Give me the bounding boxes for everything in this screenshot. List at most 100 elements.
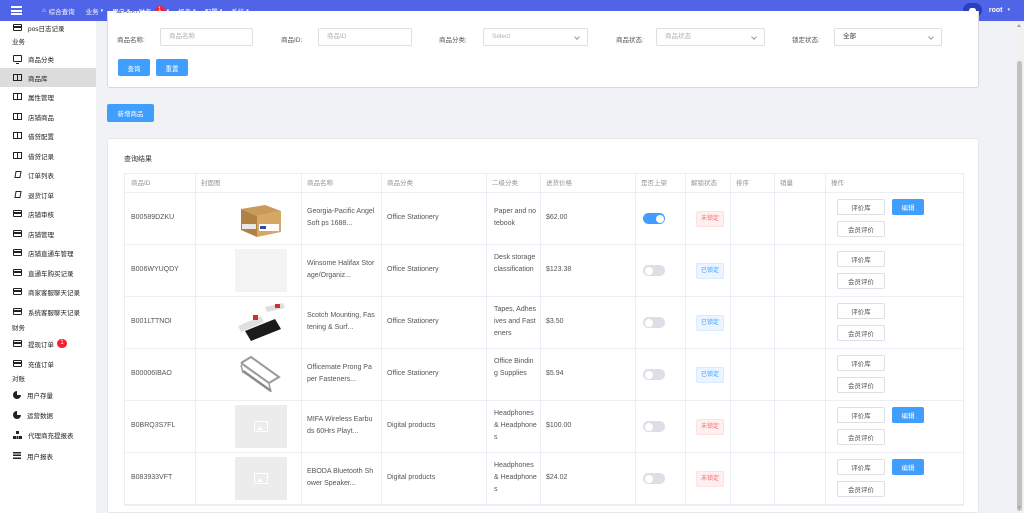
sidebar-item[interactable]: 运营数据 <box>0 405 96 424</box>
sidebar-item-label: 店铺审核 <box>28 211 54 219</box>
column-header: 是否上架 <box>635 174 685 193</box>
pie-icon <box>13 410 21 419</box>
sidebar-item[interactable]: 商品库 <box>0 68 96 87</box>
listed-toggle[interactable] <box>643 369 665 380</box>
sidebar-item[interactable]: 借贷记录 <box>0 146 96 165</box>
review-library-button[interactable]: 评价库 <box>837 199 885 215</box>
product-id: B0BRQ3S7FL <box>131 422 176 429</box>
product-name[interactable]: EBODA Bluetooth Shower Speaker... <box>307 466 375 492</box>
user-name[interactable]: root <box>989 7 1003 14</box>
member-review-button[interactable]: 会员评价 <box>837 481 885 497</box>
filter-panel: 查询条件 商品名称: 商品名称 商品ID: 商品ID 商品分类: Select … <box>107 11 979 88</box>
member-review-button[interactable]: 会员评价 <box>837 429 885 445</box>
sidebar-item[interactable]: 商品分类 <box>0 49 96 68</box>
sidebar-item[interactable]: 店铺商品 <box>0 107 96 126</box>
lock-status-select[interactable]: 全部 <box>834 28 942 46</box>
member-review-button[interactable]: 会员评价 <box>837 273 885 289</box>
sidebar-item[interactable]: 订单列表 <box>0 165 96 184</box>
sidebar: pos日志记录 商品分类 商品库属性管理店铺商品借贷配置借贷记录订单列表 退货订单店铺… <box>0 21 96 513</box>
table-row: B001LTTNOI Scotch Mounting, Fastening & S… <box>125 297 963 349</box>
sidebar-item[interactable]: 直通车购买记录 <box>0 263 96 282</box>
review-library-button[interactable]: 评价库 <box>837 303 885 319</box>
nav-item-1[interactable]: 业务 ▾ <box>86 6 104 16</box>
column-header: 商品名称 <box>301 174 381 193</box>
review-library-button[interactable]: 评价库 <box>837 251 885 267</box>
list-icon <box>13 452 21 459</box>
product-cover-image <box>235 405 287 448</box>
member-review-button[interactable]: 会员评价 <box>837 377 885 393</box>
product-name[interactable]: Winsome Halifax Storage/Organiz... <box>307 258 375 284</box>
sidebar-item-label: 店铺商品 <box>28 114 54 122</box>
sidebar-item[interactable]: pos日志记录 <box>0 18 96 37</box>
table-row: B006WYUQDY Winsome Halifax Storage/Organi… <box>125 245 963 297</box>
sidebar-item[interactable]: 店铺管理 <box>0 224 96 243</box>
sidebar-item[interactable]: 退货订单 <box>0 185 96 204</box>
products-table: 商品ID 封面图 商品名称 商品分类 二级分类 进货价格 是否上架 解锁状态 排序 销量 操作 B00… <box>124 173 964 506</box>
product-name[interactable]: Georgia-Pacific Angel Soft ps 1688... <box>307 206 375 232</box>
card-icon <box>13 269 22 276</box>
product-id: B00589DZKU <box>131 214 175 221</box>
scroll-down-icon[interactable] <box>1017 506 1021 509</box>
sidebar-item[interactable]: 系统客服聊天记录 <box>0 302 96 321</box>
results-panel: 查询结果 商品ID 封面图 商品名称 商品分类 二级分类 进货价格 是否上架 解锁状态 排序 销量… <box>107 138 979 513</box>
status-select[interactable]: 商品状态 <box>656 28 765 46</box>
add-product-button[interactable]: 新增商品 <box>107 104 154 122</box>
sidebar-group-heading: 财务 <box>12 325 25 332</box>
sidebar-item[interactable]: 提现订单 1 <box>0 334 96 353</box>
sidebar-item[interactable]: 借贷配置 <box>0 126 96 145</box>
sidebar-item[interactable]: 店铺审核 <box>0 204 96 223</box>
sidebar-item[interactable]: 属性管理 <box>0 87 96 106</box>
reset-button[interactable]: 重置 <box>156 59 188 76</box>
table-row: B00006IBAO Officemate Prong Paper Fastene… <box>125 349 963 401</box>
table-icon <box>13 152 22 159</box>
column-header: 商品ID <box>125 174 195 193</box>
sidebar-item[interactable]: 代理商充提报表 <box>0 425 96 444</box>
listed-toggle[interactable] <box>643 421 665 432</box>
product-name[interactable]: Officemate Prong Paper Fasteners... <box>307 362 375 388</box>
sidebar-item[interactable]: 充值订单 <box>0 354 96 373</box>
product-id: B083933VFT <box>131 474 173 481</box>
page-scrollbar[interactable] <box>1015 21 1024 513</box>
scrollbar-thumb[interactable] <box>1017 61 1022 511</box>
edit-button[interactable]: 编辑 <box>892 407 924 423</box>
sidebar-item-label: 系统客服聊天记录 <box>28 309 80 317</box>
product-name-input[interactable]: 商品名称 <box>160 28 253 46</box>
listed-toggle[interactable] <box>643 213 665 224</box>
category-label: 商品分类: <box>439 37 467 44</box>
product-id: B006WYUQDY <box>131 266 179 273</box>
card-icon <box>13 230 22 237</box>
column-header: 操作 <box>825 174 963 193</box>
edit-button[interactable]: 编辑 <box>892 199 924 215</box>
scroll-up-icon[interactable] <box>1017 24 1021 27</box>
product-id-input[interactable]: 商品ID <box>318 28 412 46</box>
chevron-down-icon <box>574 34 580 40</box>
image-placeholder-icon <box>254 473 268 484</box>
nav-item-0[interactable]: ⌂ 综合查询 <box>42 6 75 16</box>
card-icon <box>13 24 22 31</box>
product-name[interactable]: Scotch Mounting, Fastening & Surf... <box>307 310 375 336</box>
sidebar-item-label: 属性管理 <box>28 94 54 102</box>
lock-status-badge: 已锁定 <box>696 367 725 383</box>
sidebar-item[interactable]: 店铺直通车管理 <box>0 243 96 262</box>
category-select[interactable]: Select <box>483 28 588 46</box>
sidebar-item[interactable]: 用户报表 <box>0 446 96 465</box>
review-library-button[interactable]: 评价库 <box>837 459 885 475</box>
search-button[interactable]: 查询 <box>118 59 150 76</box>
edit-button[interactable]: 编辑 <box>892 459 924 475</box>
product-name[interactable]: MIFA Wireless Earbuds 60Hrs Playt... <box>307 414 375 440</box>
sidebar-item-label: 用户存量 <box>27 392 53 400</box>
card-icon <box>13 249 22 256</box>
listed-toggle[interactable] <box>643 265 665 276</box>
nav-item-label: 业务 <box>85 8 99 16</box>
chevron-down-icon <box>751 34 757 40</box>
sidebar-item[interactable]: 商家客服聊天记录 <box>0 282 96 301</box>
sidebar-item[interactable]: 用户存量 <box>0 385 96 404</box>
listed-toggle[interactable] <box>643 473 665 484</box>
member-review-button[interactable]: 会员评价 <box>837 325 885 341</box>
review-library-button[interactable]: 评价库 <box>837 355 885 371</box>
review-library-button[interactable]: 评价库 <box>837 407 885 423</box>
member-review-button[interactable]: 会员评价 <box>837 221 885 237</box>
listed-toggle[interactable] <box>643 317 665 328</box>
sidebar-item-label: 借贷记录 <box>28 153 54 161</box>
purchase-price: $3.50 <box>546 318 564 325</box>
